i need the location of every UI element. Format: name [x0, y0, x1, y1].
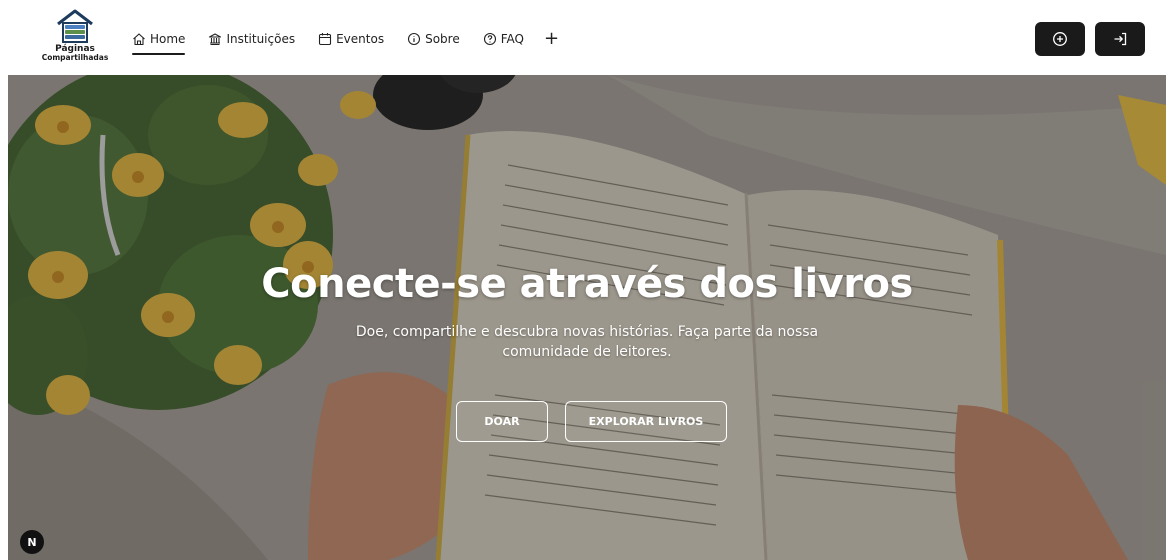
explore-books-button[interactable]: EXPLORAR LIVROS: [565, 401, 727, 442]
main-nav: Home Instituições Eventos Sobre FAQ +: [132, 29, 559, 55]
bank-icon: [209, 33, 222, 46]
info-icon: [408, 32, 421, 46]
hero-overlay: [8, 75, 1166, 560]
nav-instituicoes-label: Instituições: [226, 32, 296, 46]
books-house-icon: [57, 9, 93, 43]
nav-home[interactable]: Home: [132, 29, 186, 55]
hero-banner: Conecte-se através dos livros Doe, compa…: [8, 75, 1166, 560]
login-button[interactable]: [1095, 22, 1145, 56]
nav-sobre[interactable]: Sobre: [407, 29, 460, 49]
dev-badge[interactable]: N: [20, 530, 44, 554]
hero-subtitle: Doe, compartilhe e descubra novas histór…: [355, 324, 819, 360]
nav-eventos-label: Eventos: [336, 32, 385, 46]
nav-faq[interactable]: FAQ: [483, 29, 524, 49]
donate-button[interactable]: DOAR: [456, 401, 548, 442]
nav-sobre-label: Sobre: [425, 32, 460, 46]
nav-home-label: Home: [150, 32, 186, 46]
nav-instituicoes[interactable]: Instituições: [208, 29, 295, 49]
help-icon: [483, 32, 496, 46]
nav-faq-label: FAQ: [500, 32, 524, 46]
login-icon: [1114, 32, 1127, 46]
hero-title: Conecte-se através dos livros: [261, 261, 913, 307]
logo[interactable]: Páginas Compartilhadas: [41, 8, 109, 68]
navbar: Páginas Compartilhadas Home Instituições…: [0, 0, 1166, 75]
nav-eventos[interactable]: Eventos: [318, 29, 384, 49]
brand-name-2: Compartilhadas: [41, 53, 109, 62]
calendar-icon: [319, 33, 332, 46]
plus-circle-icon: [1053, 32, 1067, 46]
add-button[interactable]: [1035, 22, 1085, 56]
nav-more-button[interactable]: +: [544, 30, 559, 48]
house-icon: [133, 33, 145, 46]
